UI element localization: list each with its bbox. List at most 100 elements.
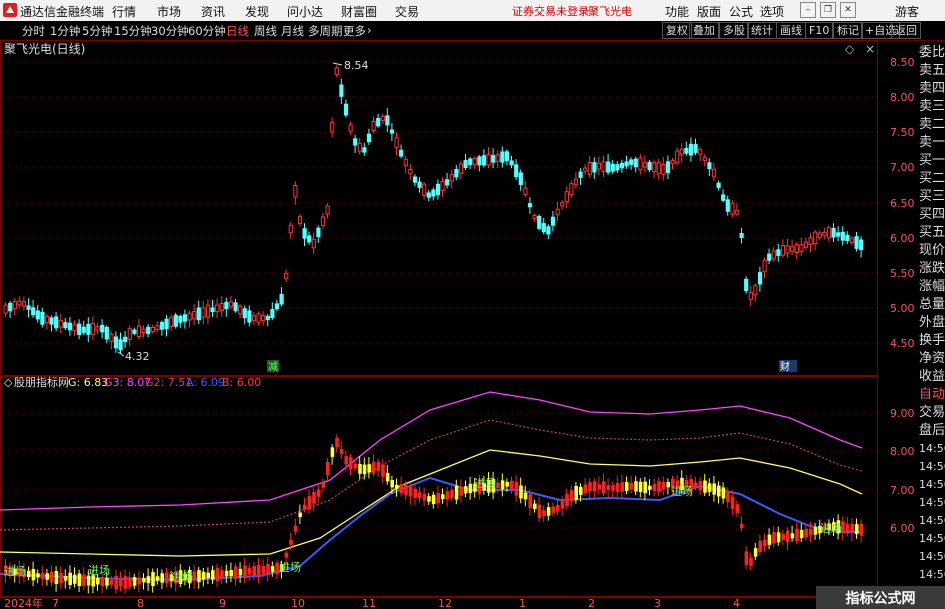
indicator-candle-body [634, 481, 638, 492]
settings-circle-icon[interactable]: ◇ [4, 376, 13, 389]
candle-body [633, 158, 638, 168]
menu-layout[interactable]: 版面 [697, 3, 721, 20]
indicator-candle-body [468, 483, 473, 493]
side-item[interactable]: 自动 [919, 386, 945, 404]
side-item[interactable]: 涨幅 [919, 278, 945, 296]
period-tab-daily[interactable]: 日线 [226, 23, 249, 39]
candle-body [343, 103, 349, 116]
b-value: B: 6.00 [222, 376, 261, 389]
side-item[interactable]: 买四 [919, 206, 945, 224]
menu-formula[interactable]: 公式 [729, 3, 753, 20]
side-item[interactable]: 买五 [919, 224, 945, 242]
side-item[interactable]: 换手 [919, 332, 945, 350]
candle-body [380, 115, 385, 121]
settings-diamond-icon[interactable]: ◇ [845, 42, 855, 56]
f10-button[interactable]: F10 [805, 22, 834, 39]
side-item[interactable]: 买一 [919, 152, 945, 170]
candle-body [826, 227, 832, 239]
overlay-button[interactable]: 叠加 [689, 22, 719, 39]
period-tab-60min[interactable]: 60分钟 [188, 23, 226, 39]
period-tab-15min[interactable]: 15分钟 [114, 23, 152, 39]
candle-body [794, 244, 799, 253]
side-item[interactable]: 卖二 [919, 116, 945, 134]
side-item[interactable]: 卖一 [919, 134, 945, 152]
price-tick: 6.50 [890, 197, 915, 210]
period-tab-5min[interactable]: 5分钟 [82, 23, 112, 39]
menu-trade[interactable]: 交易 [395, 3, 419, 20]
period-tab-more[interactable]: 更多 [343, 23, 366, 39]
indicator-name[interactable]: 股朋指标网 [14, 375, 69, 389]
indicator-candle-body [657, 481, 661, 492]
side-item[interactable]: 涨跌 [919, 260, 945, 278]
indicator-candle-body [151, 572, 155, 587]
chevron-right-icon[interactable]: › [367, 23, 372, 37]
signal-label: 进场 [279, 560, 301, 574]
candle-body [463, 159, 468, 169]
minimize-icon[interactable]: – [800, 2, 816, 18]
restore-icon[interactable]: ❐ [820, 2, 836, 18]
menu-news[interactable]: 资讯 [201, 3, 225, 20]
period-tab-monthly[interactable]: 月线 [281, 23, 304, 39]
signal-label: 进场 [820, 521, 842, 535]
side-item[interactable]: 现价 [919, 242, 945, 260]
indicator-candle-body [786, 530, 790, 543]
menu-quotes[interactable]: 行情 [112, 3, 136, 20]
candle-body [353, 138, 358, 146]
close-icon[interactable]: ✕ [840, 2, 856, 18]
price-tick: 5.00 [890, 302, 915, 315]
side-item[interactable]: 外盘 [919, 314, 945, 332]
side-item[interactable]: 收益 [919, 368, 945, 386]
indicator-candle-body [510, 480, 514, 491]
candle-body [233, 302, 238, 312]
period-tab-multi[interactable]: 多周期 [308, 23, 343, 39]
menu-options[interactable]: 选项 [760, 3, 784, 20]
period-toolbar: 分时 1分钟 5分钟 15分钟 30分钟 60分钟 日线 周线 月线 多周期 更… [0, 21, 945, 41]
period-tab-1min[interactable]: 1分钟 [50, 23, 80, 39]
menu-ask[interactable]: 问小达 [287, 3, 323, 20]
indicator-candle-body [450, 489, 454, 499]
period-tab-weekly[interactable]: 周线 [254, 23, 277, 39]
menu-market[interactable]: 市场 [157, 3, 181, 20]
side-item[interactable]: 盘后 [919, 422, 945, 440]
candle-body [3, 304, 8, 314]
candle-body [330, 121, 335, 133]
draw-line-button[interactable]: 画线 [776, 22, 806, 39]
side-item[interactable]: 买二 [919, 170, 945, 188]
signal-label: 进场 [671, 484, 693, 498]
indicator-candle-body [464, 486, 468, 494]
side-item[interactable]: 净资 [919, 350, 945, 368]
candle-body [90, 322, 96, 335]
menu-wealth[interactable]: 财富圈 [341, 3, 377, 20]
side-item[interactable]: 总量 [919, 296, 945, 314]
side-item[interactable]: 买三 [919, 188, 945, 206]
indicator-candle-body [845, 524, 850, 532]
side-item[interactable]: 委比 [919, 44, 945, 62]
period-tab-intraday[interactable]: 分时 [22, 23, 45, 39]
back-button[interactable]: 返回 [891, 22, 921, 39]
app-title: 通达信金融终端 [20, 5, 105, 19]
candle-body [670, 160, 675, 165]
watermark-name: 指标公式网 [845, 591, 916, 607]
candle-body [279, 293, 284, 305]
multi-stock-button[interactable]: 多股 [719, 22, 749, 39]
period-tab-30min[interactable]: 30分钟 [151, 23, 189, 39]
side-item[interactable]: 卖四 [919, 80, 945, 98]
mark-button[interactable]: 标记 [833, 22, 863, 39]
side-item[interactable]: 卖三 [919, 98, 945, 116]
main-pane-border [0, 40, 878, 376]
guest-label[interactable]: 游客 [895, 3, 919, 20]
adjust-button[interactable]: 复权 [662, 22, 692, 39]
menu-discover[interactable]: 发现 [245, 3, 269, 20]
candle-body [173, 314, 178, 327]
indicator-candle-body [261, 566, 266, 574]
menu-function[interactable]: 功能 [665, 3, 689, 20]
chart-area[interactable]: 聚飞光电(日线) ◇ × 8.50 8.00 7.50 7.00 6.50 6.… [0, 40, 945, 609]
login-notice[interactable]: 证券交易未登录 [512, 3, 589, 19]
indicator-candle-body [395, 484, 399, 490]
close-pane-icon[interactable]: × [865, 42, 875, 56]
statistics-button[interactable]: 统计 [747, 22, 777, 39]
side-item[interactable]: 卖五 [919, 62, 945, 80]
side-item[interactable]: 交易 [919, 404, 945, 422]
candle-body [647, 161, 652, 171]
candle-body [716, 182, 721, 188]
